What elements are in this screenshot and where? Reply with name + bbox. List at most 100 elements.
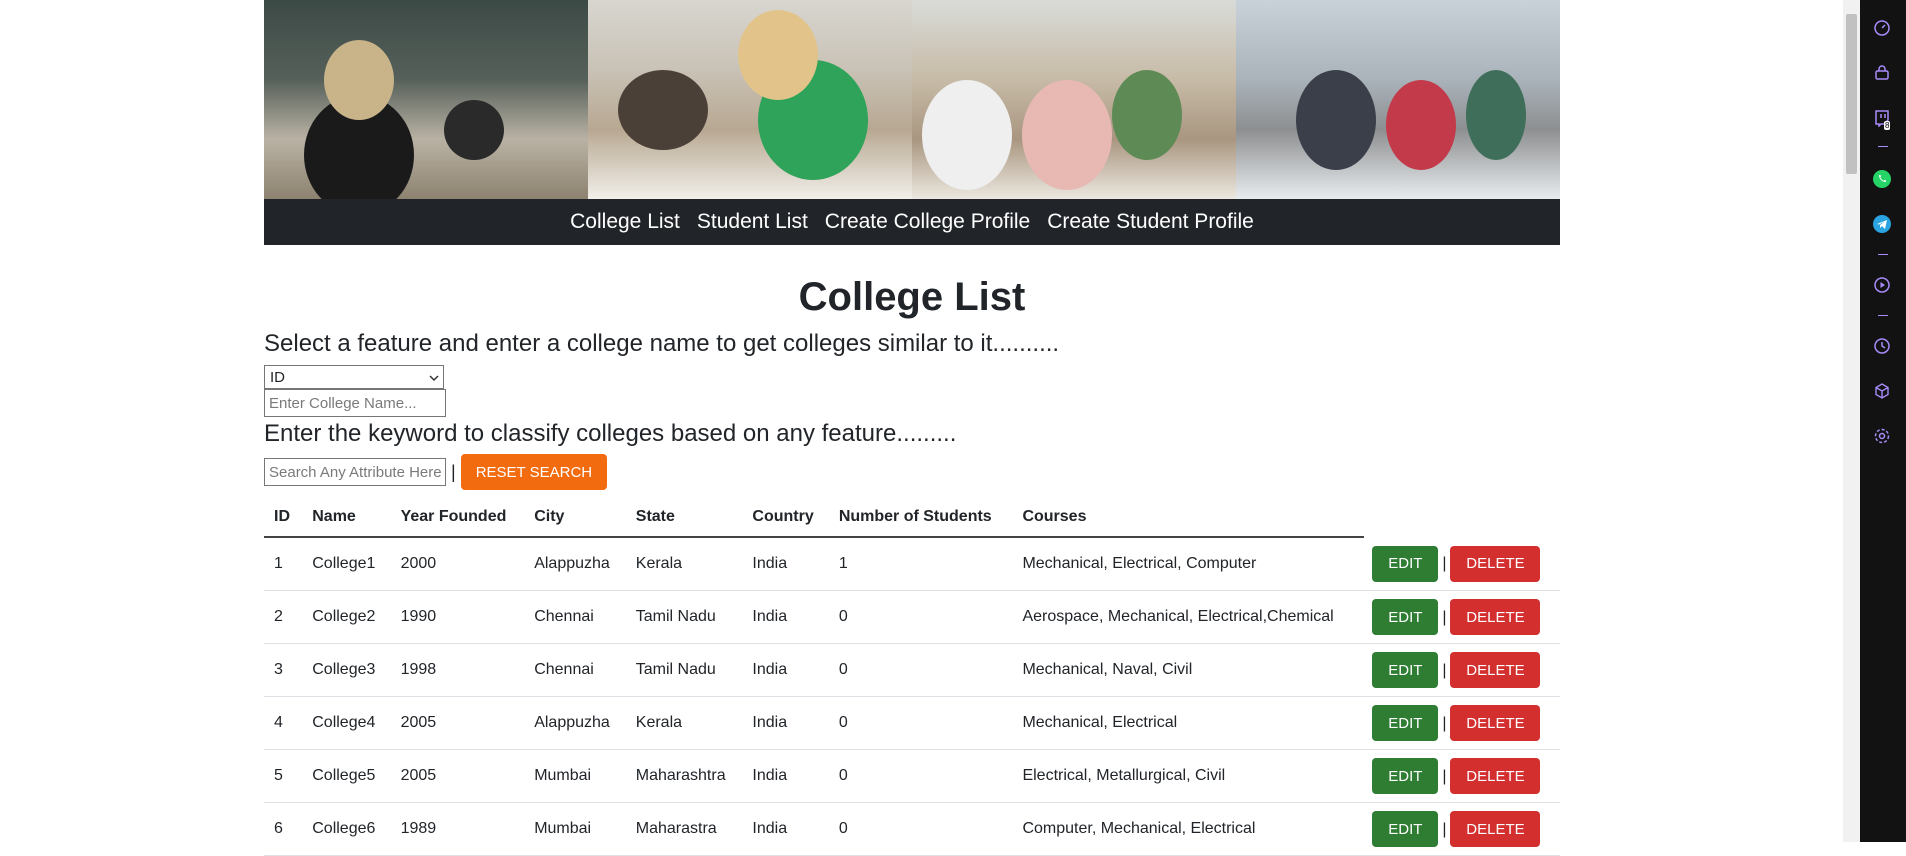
cell-city: Alappuzha xyxy=(524,696,626,750)
row-actions: EDIT | DELETE xyxy=(1364,643,1560,697)
banner xyxy=(264,0,1560,199)
action-separator: | xyxy=(1442,661,1447,679)
cell-country: India xyxy=(742,537,829,591)
browser-side-panel: 8 xyxy=(1860,0,1906,842)
page-scrollbar[interactable] xyxy=(1843,0,1860,842)
cell-name: College5 xyxy=(302,749,391,803)
similar-heading: Select a feature and enter a college nam… xyxy=(264,330,1060,357)
cell-number-of-students: 0 xyxy=(828,643,1013,697)
college-name-input[interactable] xyxy=(264,389,446,417)
twitch-badge: 8 xyxy=(1884,121,1891,130)
feature-select[interactable]: ID xyxy=(264,365,444,389)
feature-select-value: ID xyxy=(270,368,285,386)
cell-name: College3 xyxy=(302,643,391,697)
cell-year-founded: 2005 xyxy=(390,749,525,803)
edit-button[interactable]: EDIT xyxy=(1372,599,1439,635)
delete-button[interactable]: DELETE xyxy=(1450,599,1541,635)
search-row: | RESET SEARCH xyxy=(264,454,1560,490)
delete-button[interactable]: DELETE xyxy=(1450,652,1541,688)
cell-id: 5 xyxy=(264,749,303,803)
cell-city: Alappuzha xyxy=(524,537,626,591)
cell-country: India xyxy=(742,590,829,644)
cell-id: 4 xyxy=(264,696,303,750)
delete-button[interactable]: DELETE xyxy=(1450,545,1541,582)
edit-button[interactable]: EDIT xyxy=(1372,652,1439,688)
edit-button[interactable]: EDIT xyxy=(1372,705,1439,741)
col-year-founded: Year Founded xyxy=(390,498,525,538)
cell-number-of-students: 1 xyxy=(828,537,1013,591)
cell-courses: Aerospace, Mechanical, Electrical,Chemic… xyxy=(1012,590,1365,644)
cell-courses: Mechanical, Naval, Civil xyxy=(1012,643,1365,697)
col-id: ID xyxy=(264,498,303,538)
side-divider xyxy=(1878,254,1888,255)
cell-courses: Mechanical, Electrical xyxy=(1012,696,1365,750)
col-country: Country xyxy=(742,498,829,538)
row-actions: EDIT | DELETE xyxy=(1364,590,1560,644)
cell-year-founded: 1998 xyxy=(390,643,525,697)
nav-create-college-profile[interactable]: Create College Profile xyxy=(825,210,1030,234)
col-courses: Courses xyxy=(1012,498,1365,538)
cell-name: College2 xyxy=(302,590,391,644)
settings-icon[interactable] xyxy=(1871,425,1893,447)
cube-icon[interactable] xyxy=(1871,380,1893,402)
reset-search-button[interactable]: RESET SEARCH xyxy=(460,454,608,490)
cell-country: India xyxy=(742,696,829,750)
play-icon[interactable] xyxy=(1871,274,1893,296)
banner-image-students xyxy=(912,0,1236,199)
cell-city: Chennai xyxy=(524,590,626,644)
cell-country: India xyxy=(742,802,829,856)
banner-image-exam xyxy=(588,0,912,199)
clock-icon[interactable] xyxy=(1871,335,1893,357)
nav-create-student-profile[interactable]: Create Student Profile xyxy=(1047,210,1254,234)
row-actions: EDIT | DELETE xyxy=(1364,696,1560,750)
twitch-icon[interactable]: 8 xyxy=(1871,107,1893,130)
cell-courses: Computer, Mechanical, Electrical xyxy=(1012,802,1365,856)
attribute-search-input[interactable] xyxy=(264,458,446,486)
cell-courses: Electrical, Metallurgical, Civil xyxy=(1012,749,1365,803)
main-navbar: College List Student List Create College… xyxy=(264,199,1560,245)
cell-id: 1 xyxy=(264,537,303,591)
edit-button[interactable]: EDIT xyxy=(1372,545,1439,582)
cell-number-of-students: 0 xyxy=(828,590,1013,644)
cell-courses: Mechanical, Electrical, Computer xyxy=(1012,537,1365,591)
cell-name: College4 xyxy=(302,696,391,750)
side-divider xyxy=(1878,146,1888,147)
delete-button[interactable]: DELETE xyxy=(1450,705,1541,741)
scrollbar-thumb[interactable] xyxy=(1846,14,1857,174)
nav-college-list[interactable]: College List xyxy=(570,210,680,234)
page: College List Student List Create College… xyxy=(264,0,1560,856)
banner-image-classroom xyxy=(264,0,588,199)
nav-student-list[interactable]: Student List xyxy=(697,210,808,234)
speedometer-icon[interactable] xyxy=(1871,17,1893,39)
college-table: ID Name Year Founded City State Country … xyxy=(264,498,1560,856)
action-separator: | xyxy=(1442,555,1447,572)
cell-id: 6 xyxy=(264,802,303,856)
cell-number-of-students: 0 xyxy=(828,696,1013,750)
cell-id: 3 xyxy=(264,643,303,697)
cell-number-of-students: 0 xyxy=(828,749,1013,803)
cell-country: India xyxy=(742,749,829,803)
cell-state: Maharashtra xyxy=(625,749,743,803)
table-header-row: ID Name Year Founded City State Country … xyxy=(264,498,1560,538)
table-row: 1 College1 2000 Alappuzha Kerala India 1 Mechan… xyxy=(264,537,1560,591)
table-row: 4 College4 2005 Alappuzha Kerala India 0 Mechan… xyxy=(264,696,1560,750)
telegram-icon[interactable] xyxy=(1871,213,1893,235)
table-row: 2 College2 1990 Chennai Tamil Nadu India 0 Aero… xyxy=(264,590,1560,644)
action-separator: | xyxy=(1442,714,1447,732)
delete-button[interactable]: DELETE xyxy=(1450,758,1541,794)
cell-year-founded: 1989 xyxy=(390,802,525,856)
whatsapp-icon[interactable] xyxy=(1871,168,1893,190)
bag-icon[interactable] xyxy=(1871,62,1893,84)
banner-image-raised-hands xyxy=(1236,0,1560,199)
cell-name: College6 xyxy=(302,802,391,856)
table-row: 3 College3 1998 Chennai Tamil Nadu India 0 Mech… xyxy=(264,643,1560,697)
edit-button[interactable]: EDIT xyxy=(1372,758,1439,794)
side-divider xyxy=(1878,315,1888,316)
row-actions: EDIT | DELETE xyxy=(1364,802,1560,856)
classify-heading: Enter the keyword to classify colleges b… xyxy=(264,420,957,447)
cell-year-founded: 2005 xyxy=(390,696,525,750)
cell-name: College1 xyxy=(302,537,391,591)
action-separator: | xyxy=(1442,767,1447,785)
cell-number-of-students: 0 xyxy=(828,802,1013,856)
cell-year-founded: 1990 xyxy=(390,590,525,644)
